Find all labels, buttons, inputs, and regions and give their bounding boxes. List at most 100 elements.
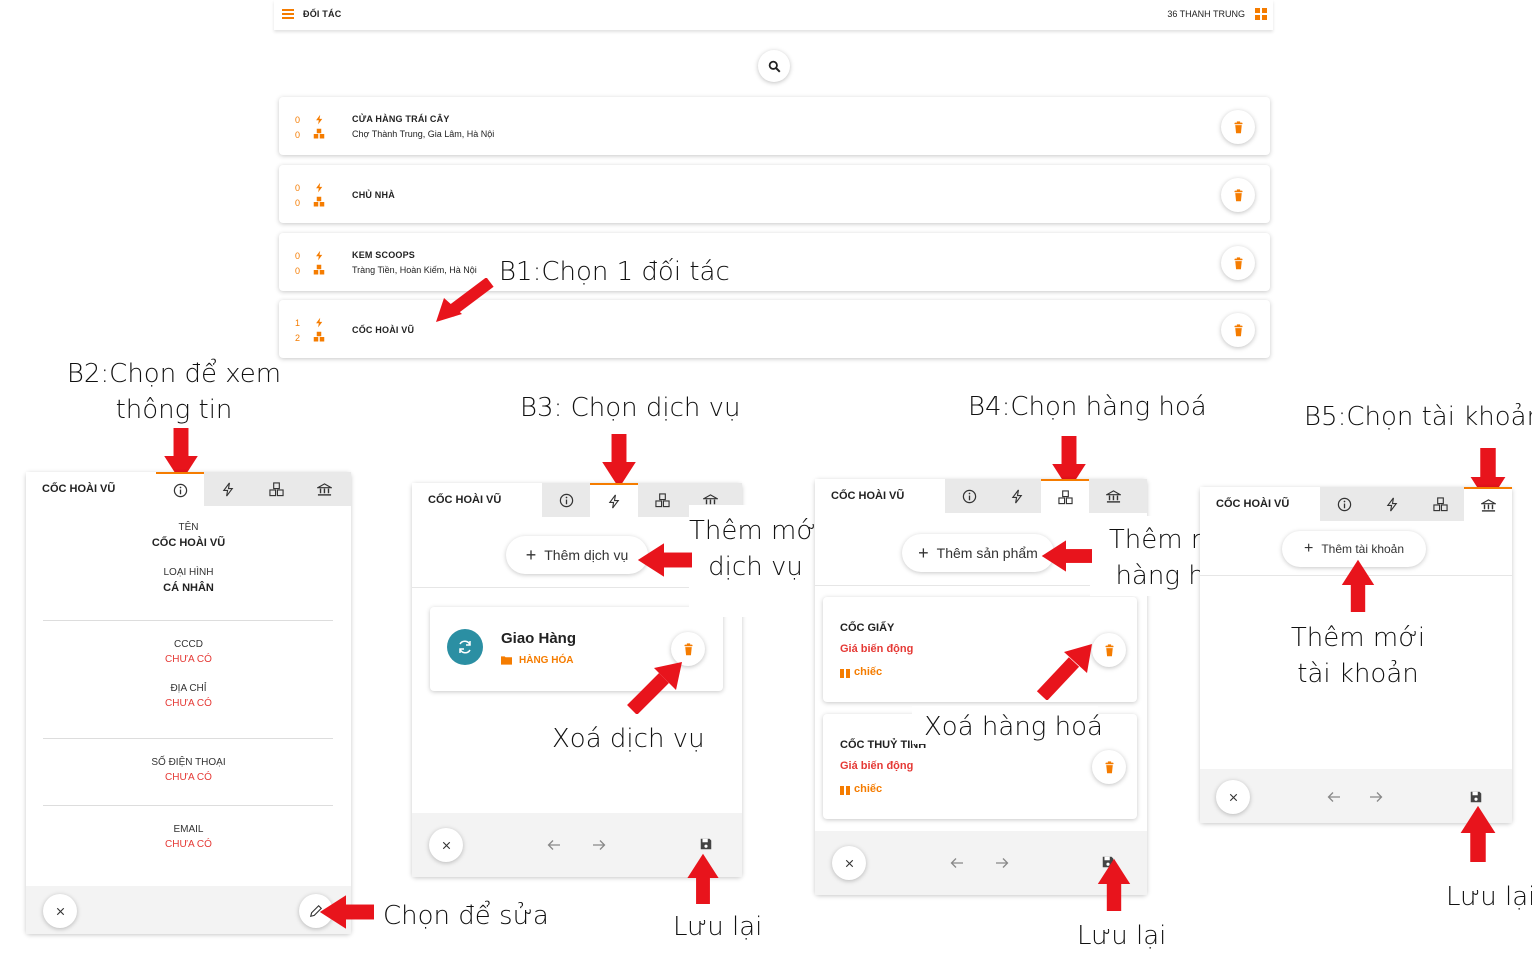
tab-accounts[interactable]	[1089, 479, 1137, 513]
annotation-save: Lưu lại	[1077, 921, 1167, 951]
search-button[interactable]	[758, 50, 790, 82]
delete-partner-button[interactable]	[1221, 110, 1255, 144]
annotation-delete-goods: Xoá hàng hoá	[924, 712, 1103, 742]
tab-services[interactable]	[590, 483, 638, 517]
menu-icon[interactable]	[282, 9, 294, 19]
annotation-b2-line2: thông tin	[115, 395, 233, 425]
tab-accounts[interactable]	[300, 472, 348, 506]
annotation-arrow	[1040, 538, 1092, 574]
bolt-icon	[1385, 497, 1400, 512]
info-icon	[173, 483, 188, 498]
service-avatar	[447, 629, 483, 665]
annotation-arrow	[436, 278, 494, 322]
tab-info[interactable]	[542, 483, 590, 517]
previous-arrow-icon[interactable]	[949, 855, 965, 871]
bolt-icon	[221, 482, 236, 497]
delete-partner-button[interactable]	[1221, 246, 1255, 280]
bolt-icon	[314, 114, 325, 125]
add-service-button[interactable]: + Thêm dịch vụ	[506, 536, 648, 574]
partner-row[interactable]: 0 0 KEM SCOOPS Tràng Tiền, Hoàn Kiếm, Hà…	[279, 233, 1270, 291]
previous-arrow-icon[interactable]	[1326, 789, 1342, 805]
tab-services[interactable]	[1368, 487, 1416, 521]
field-label: LOẠI HÌNH	[163, 567, 214, 578]
add-service-label: Thêm dịch vụ	[544, 547, 629, 563]
next-arrow-icon[interactable]	[994, 855, 1010, 871]
annotation-add-account: Thêm mới tài khoản	[1270, 620, 1446, 692]
partner-row[interactable]: 0 0 CHỦ NHÀ	[279, 165, 1270, 223]
tab-info[interactable]	[156, 472, 204, 506]
partner-name: CHỦ NHÀ	[352, 190, 395, 200]
annotation-arrow	[627, 662, 682, 714]
annotation-add-account-line2: tài khoản	[1297, 659, 1419, 689]
annotation-b4: B4:Chọn hàng hoá	[968, 392, 1207, 422]
product-price: Giá biến động	[840, 643, 914, 655]
partner-row[interactable]: 1 2 CỐC HOÀI VŨ	[279, 300, 1270, 358]
partner-goods-count: 2	[295, 333, 301, 343]
annotation-add-service-line1: Thêm mới	[689, 516, 824, 546]
partner-goods-count: 0	[295, 266, 301, 276]
trash-icon	[1232, 257, 1245, 270]
apps-grid-icon[interactable]	[1255, 8, 1267, 20]
close-icon	[440, 839, 453, 852]
close-button[interactable]	[429, 828, 463, 862]
user-name[interactable]: 36 THANH TRUNG	[1167, 9, 1245, 19]
partner-goods-count: 0	[295, 198, 301, 208]
tab-info[interactable]	[945, 479, 993, 513]
bank-icon	[1106, 489, 1121, 504]
partner-service-count: 0	[295, 183, 301, 193]
previous-arrow-icon[interactable]	[546, 837, 562, 853]
close-button[interactable]	[43, 894, 77, 928]
product-unit: chiếc	[854, 666, 883, 678]
annotation-b5: B5:Chọn tài khoản	[1304, 402, 1532, 432]
divider	[43, 738, 333, 739]
boxes-icon	[1058, 490, 1073, 505]
tab-goods[interactable]	[1041, 479, 1089, 513]
info-icon	[962, 489, 977, 504]
save-icon[interactable]	[1469, 790, 1483, 804]
page-title: ĐỐI TÁC	[303, 9, 342, 19]
bank-icon	[317, 482, 332, 497]
next-arrow-icon[interactable]	[591, 837, 607, 853]
next-arrow-icon[interactable]	[1368, 789, 1384, 805]
product-unit: chiếc	[854, 783, 883, 795]
close-button[interactable]	[832, 846, 866, 880]
tab-goods[interactable]	[252, 472, 300, 506]
annotation-delete-service: Xoá dịch vụ	[552, 724, 705, 754]
annotation-arrow	[318, 894, 374, 930]
panel-info: CỐC HOÀI VŨ TÊN CỐC HOÀI VŨ LOẠI HÌNH CÁ…	[26, 472, 351, 934]
annotation-arrow	[601, 434, 637, 490]
annotation-save: Lưu lại	[673, 912, 763, 942]
partner-goods-count: 0	[295, 130, 301, 140]
annotation-add-service-line2: dịch vụ	[708, 552, 803, 582]
annotation-edit: Chọn để sửa	[383, 901, 549, 931]
trash-icon	[1232, 189, 1245, 202]
annotation-arrow	[1036, 644, 1092, 700]
delete-product-button[interactable]	[1092, 750, 1126, 784]
tab-accounts[interactable]	[1464, 487, 1512, 521]
tab-services[interactable]	[204, 472, 252, 506]
close-icon	[54, 905, 67, 918]
close-button[interactable]	[1216, 780, 1250, 814]
bolt-icon	[314, 250, 325, 261]
delete-partner-button[interactable]	[1221, 313, 1255, 347]
tab-goods[interactable]	[1416, 487, 1464, 521]
search-icon	[768, 60, 780, 72]
field-value: CÁ NHÂN	[163, 582, 214, 594]
save-icon[interactable]	[699, 837, 713, 851]
tab-info[interactable]	[1320, 487, 1368, 521]
field-value: CHƯA CÓ	[165, 839, 212, 850]
add-product-button[interactable]: + Thêm sản phẩm	[902, 534, 1054, 572]
tab-goods[interactable]	[638, 483, 686, 517]
delete-partner-button[interactable]	[1221, 178, 1255, 212]
info-icon	[559, 493, 574, 508]
tab-services[interactable]	[993, 479, 1041, 513]
refresh-icon	[459, 640, 471, 654]
boxes-icon	[313, 196, 325, 208]
panel-title: CỐC HOÀI VŨ	[815, 479, 945, 513]
boxes-icon	[313, 331, 325, 343]
annotation-b2: B2:Chọn để xem thông tin	[64, 356, 284, 428]
partner-row[interactable]: 0 0 CỬA HÀNG TRÁI CÂY Chợ Thành Trung, G…	[279, 97, 1270, 155]
annotation-arrow	[636, 542, 692, 578]
field-value: CHƯA CÓ	[165, 698, 212, 709]
delete-product-button[interactable]	[1092, 633, 1126, 667]
